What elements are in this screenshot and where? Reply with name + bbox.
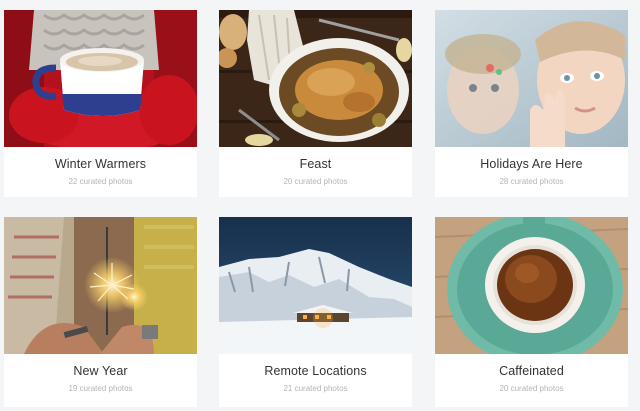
coffee-cup-photo[interactable] [435, 217, 628, 354]
children-at-frosted-window-photo[interactable] [435, 10, 628, 147]
collection-card-remote-locations[interactable]: Remote Locations 21 curated photos [219, 217, 412, 407]
collections-grid: Winter Warmers 22 curated photos Feast 2… [0, 0, 640, 411]
collection-title[interactable]: Winter Warmers [4, 157, 197, 171]
collection-card-holidays-are-here[interactable]: Holidays Are Here 28 curated photos [435, 10, 628, 197]
collection-title[interactable]: New Year [4, 364, 197, 378]
mug-in-red-mittens-photo[interactable] [4, 10, 197, 147]
collection-title[interactable]: Remote Locations [219, 364, 412, 378]
collection-photo-count: 19 curated photos [68, 384, 133, 393]
sparkler-in-hands-photo[interactable] [4, 217, 197, 354]
collection-card-caffeinated[interactable]: Caffeinated 20 curated photos [435, 217, 628, 407]
collection-photo-count: 20 curated photos [283, 177, 348, 186]
collection-photo-count: 20 curated photos [499, 384, 564, 393]
collection-photo-count: 28 curated photos [499, 177, 564, 186]
collection-title[interactable]: Caffeinated [435, 364, 628, 378]
collection-photo-count: 21 curated photos [283, 384, 348, 393]
snowy-mountain-cabin-photo[interactable] [219, 217, 412, 354]
collection-card-feast[interactable]: Feast 20 curated photos [219, 10, 412, 197]
collection-title[interactable]: Feast [219, 157, 412, 171]
collection-card-new-year[interactable]: New Year 19 curated photos [4, 217, 197, 407]
collection-title[interactable]: Holidays Are Here [435, 157, 628, 171]
collection-photo-count: 22 curated photos [68, 177, 133, 186]
roast-chicken-photo[interactable] [219, 10, 412, 147]
collection-card-winter-warmers[interactable]: Winter Warmers 22 curated photos [4, 10, 197, 197]
